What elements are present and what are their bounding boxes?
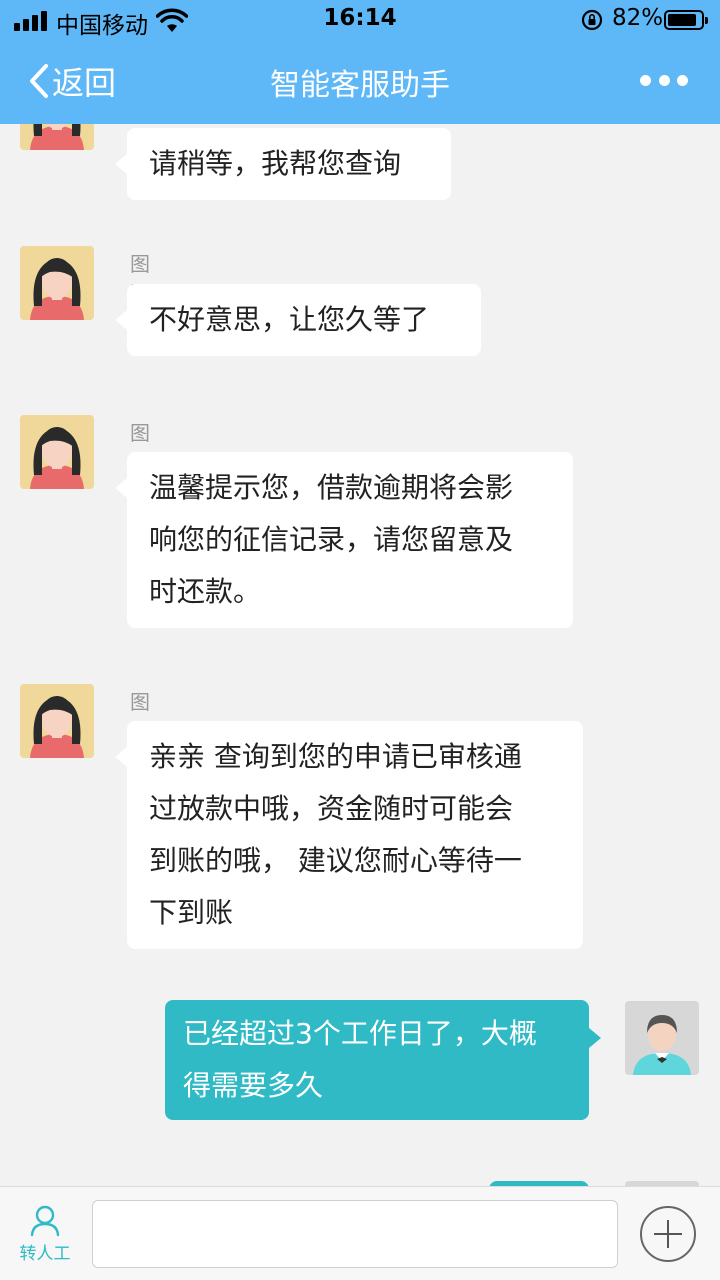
status-bar: 中国移动 16:14 82% <box>0 0 720 40</box>
page-title: 智能客服助手 <box>270 68 450 103</box>
plus-circle-icon[interactable] <box>640 1206 696 1262</box>
message-line: 温馨提示您，借款逾期将会影 <box>149 471 514 504</box>
input-bar: 转人工 <box>0 1186 720 1280</box>
header: 中国移动 16:14 82% 返回 智能客服助手 <box>0 0 720 124</box>
message-line: 亲亲 查询到您的申请已审核通 <box>149 740 522 773</box>
transfer-to-human-button[interactable]: 转人工 <box>12 1203 78 1269</box>
rotation-lock-icon <box>581 9 603 31</box>
agent-avatar <box>20 124 94 150</box>
chat-screen: 中国移动 16:14 82% 返回 智能客服助手 请稍等，我帮您查询 图 不好意… <box>0 0 720 1280</box>
message-bubble: 不好意思，让您久等了 <box>115 284 481 356</box>
battery-percent: 82% <box>612 5 664 31</box>
message-bubble: 亲亲 查询到您的申请已审核通 过放款中哦，资金随时可能会 到账的哦， 建议您耐心… <box>115 721 583 949</box>
message-line: 不好意思，让您久等了 <box>149 303 430 336</box>
message-line: 时还款。 <box>149 575 262 608</box>
agent-avatar <box>20 415 94 489</box>
agent-avatar <box>20 684 94 758</box>
message-input[interactable] <box>92 1200 618 1268</box>
message-line: 请稍等，我帮您查询 <box>149 147 402 180</box>
message-bubble: 已经超过3个工作日了，大概 得需要多久 <box>165 1000 601 1120</box>
message-line: 下到账 <box>149 896 234 929</box>
user-avatar <box>625 1001 699 1075</box>
message-line: 过放款中哦，资金随时可能会 <box>149 792 514 825</box>
message-list[interactable]: 请稍等，我帮您查询 图图 不好意思，让您久等了 图图 温馨提示您，借款逾期将会影… <box>0 124 720 1186</box>
message-bubble: 温馨提示您，借款逾期将会影 响您的征信记录，请您留意及 时还款。 <box>115 452 573 628</box>
message-line: 到账的哦， 建议您耐心等待一 <box>149 844 522 877</box>
message-line: 响您的征信记录，请您留意及 <box>149 523 514 556</box>
battery-icon <box>664 10 708 30</box>
more-dots-icon[interactable] <box>640 70 688 90</box>
message-line: 已经超过3个工作日了，大概 <box>183 1017 537 1050</box>
message-bubble: 请稍等，我帮您查询 <box>115 128 451 200</box>
person-icon <box>30 1205 60 1237</box>
transfer-label: 转人工 <box>19 1244 71 1264</box>
message-line: 得需要多久 <box>183 1069 324 1102</box>
agent-avatar <box>20 246 94 320</box>
